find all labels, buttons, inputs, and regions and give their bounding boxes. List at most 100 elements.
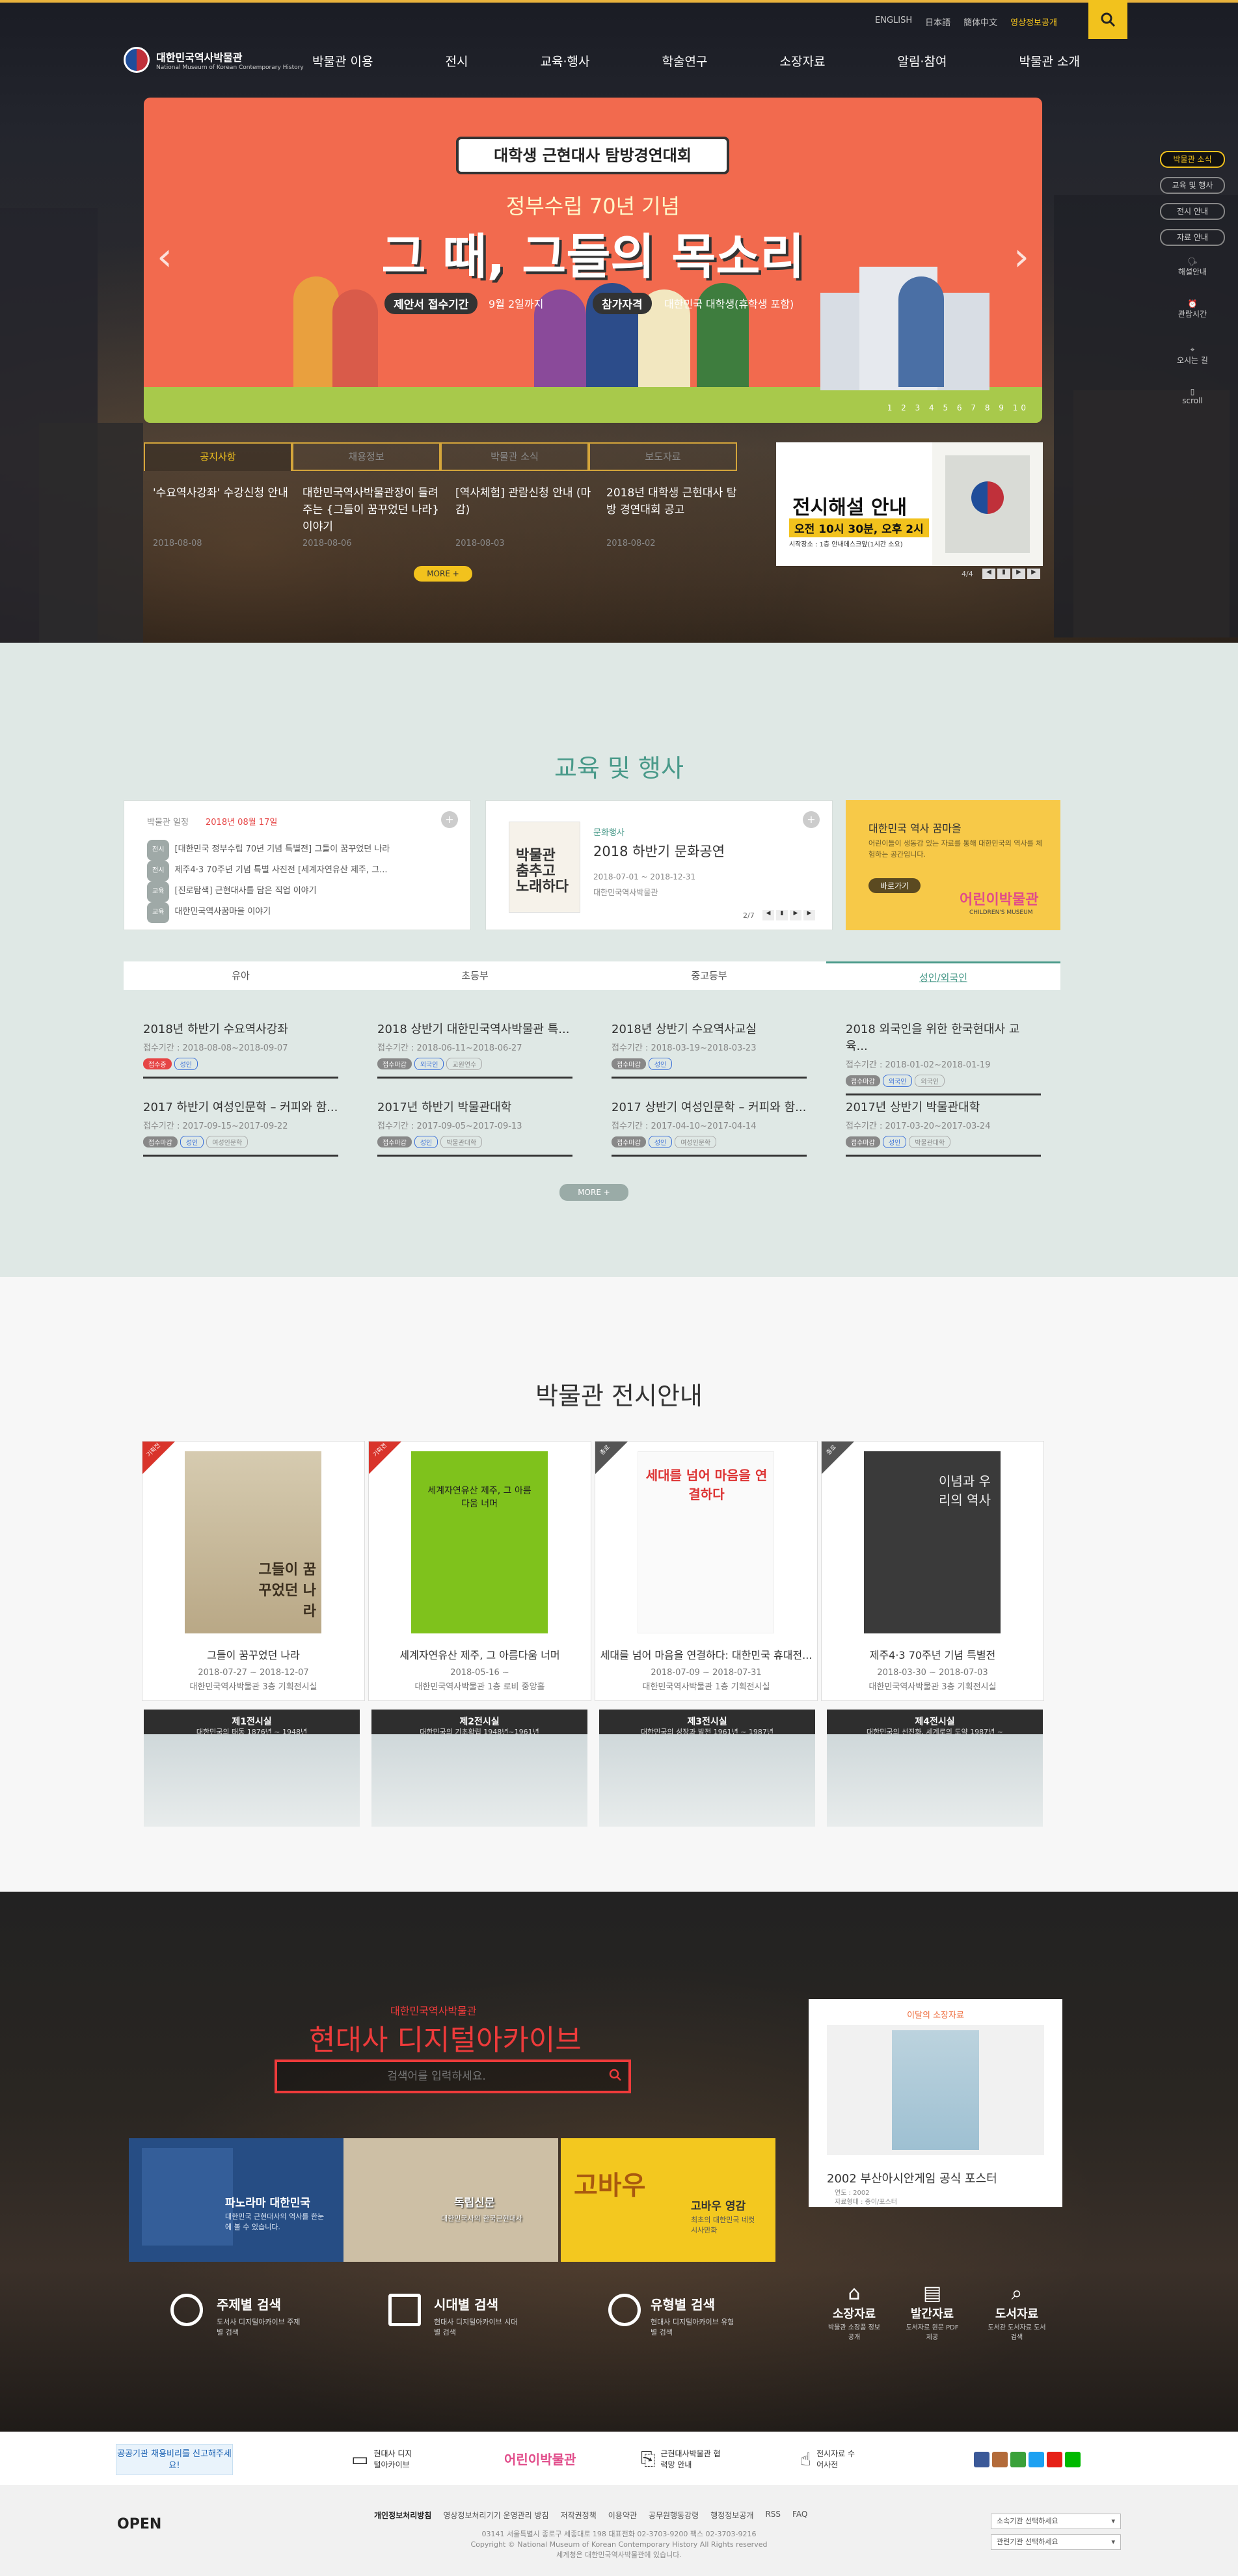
featured-item-card[interactable]: 이달의 소장자료 2002 부산아시안게임 공식 포스터 연도 : 2002 자… [809, 1999, 1062, 2207]
course-item[interactable]: 2018년 상반기 수요역사교실 접수기간 : 2018-03-19~2018-0… [612, 1020, 807, 1079]
pause-icon[interactable]: ▮ [776, 910, 788, 920]
tab-elementary[interactable]: 초등부 [358, 961, 592, 990]
notice-more-button[interactable]: MORE + [414, 566, 472, 582]
footer-nav-disclosure[interactable]: 행정정보공개 [710, 2510, 753, 2521]
side-menu-edu[interactable]: 교육 및 행사 [1160, 177, 1225, 194]
quick-publications[interactable]: ▤ 발간자료 도서자료 원문 PDF제공 [903, 2282, 962, 2341]
course-item[interactable]: 2018 외국인을 위한 한국현대사 교육... 접수기간 : 2018-01-0… [846, 1020, 1041, 1095]
nav-item-research[interactable]: 학술연구 [662, 52, 708, 70]
side-menu-scroll[interactable]: ▯ scroll [1160, 387, 1225, 405]
exhibition-card[interactable]: 세대를 넘어 마음을 연결하다 종료 세대를 넘어 마음을 연결하다: 대한민국… [595, 1441, 818, 1701]
hall-card[interactable]: 제3전시실 대한민국의 성장과 발전 1961년 ~ 1987년 [599, 1710, 815, 1827]
tab-press[interactable]: 보도자료 [589, 442, 737, 471]
nav-item-exhibition[interactable]: 전시 [446, 52, 468, 70]
instagram-icon[interactable] [992, 2452, 1008, 2467]
util-link-japanese[interactable]: 日本語 [925, 16, 950, 28]
blog-icon[interactable] [1010, 2452, 1026, 2467]
next-icon[interactable]: ▶ [790, 910, 801, 920]
side-menu-exhibit[interactable]: 전시 안내 [1160, 203, 1225, 220]
nav-item-visit[interactable]: 박물관 이용 [312, 52, 373, 70]
notice-item[interactable]: '수요역사강좌' 수강신청 안내 [153, 485, 289, 502]
tab-infant[interactable]: 유아 [124, 961, 358, 990]
course-item[interactable]: 2017년 하반기 박물관대학 접수기간 : 2017-09-05~2017-09… [377, 1098, 572, 1157]
report-banner[interactable]: 공공기관 채용비리를 신고해주세요! [116, 2444, 233, 2475]
quick-collection[interactable]: ⌂ 소장자료 박물관 소장품 정보 공개 [825, 2282, 883, 2341]
schedule-item[interactable]: 전시 제주4·3 70주년 기념 특별 사진전 [세계자연유산 제주, 그... [147, 861, 390, 881]
twitter-icon[interactable] [1029, 2452, 1044, 2467]
play-icon[interactable]: ▶ [1012, 569, 1025, 579]
archive-tile-panorama[interactable]: 파노라마 대한민국 대한민국 근현대사의 역사를 한눈에 볼 수 있습니다. [129, 2138, 343, 2262]
footer-link-archive[interactable]: ▭ 현대사 디지털아카이브 [351, 2448, 419, 2470]
archive-search-icon[interactable] [609, 2069, 622, 2084]
play-icon[interactable]: ▶ [803, 910, 815, 920]
tab-jobs[interactable]: 채용정보 [292, 442, 440, 471]
exhibition-card[interactable]: 이념과 우리의 역사 종료 제주4·3 70주년 기념 특별전 2018-03-… [821, 1441, 1044, 1701]
banner-pager[interactable]: 1 2 3 4 5 6 7 8 9 10 [887, 403, 1029, 412]
edu-more-button[interactable]: MORE + [559, 1184, 628, 1201]
footer-nav-code[interactable]: 공무원행동강령 [649, 2510, 699, 2521]
banner-prev-arrow-icon[interactable]: ‹ [157, 234, 172, 280]
culture-plus-icon[interactable]: + [803, 811, 820, 828]
course-item[interactable]: 2017년 상반기 박물관대학 접수기간 : 2017-03-20~2017-03… [846, 1098, 1041, 1157]
util-link-english[interactable]: ENGLISH [875, 16, 912, 28]
youtube-icon[interactable] [1047, 2452, 1062, 2467]
course-item[interactable]: 2017 하반기 여성인문학 – 커피와 함... 접수기간 : 2017-09-… [143, 1098, 338, 1157]
children-museum-box[interactable]: 대한민국 역사 꿈마을 어린이들이 생동감 있는 자료를 통해 대한민국의 역사… [846, 800, 1060, 930]
main-banner[interactable]: 대학생 근현대사 탐방경연대회 정부수립 70년 기념 그 때, 그들의 목소리… [144, 98, 1042, 423]
line-icon[interactable] [1065, 2452, 1081, 2467]
schedule-item[interactable]: 전시 [대한민국 정부수립 70년 기념 특별전] 그들이 꿈꾸었던 나라 [147, 840, 390, 861]
culture-event-box[interactable]: 박물관 춤추고 노래하다 문화행사 2018 하반기 문화공연 2018-07-… [485, 800, 833, 930]
footer-link-children[interactable]: 어린이박물관 [504, 2449, 576, 2468]
footer-link-sign[interactable]: ☝ 전시자료 수어사전 [800, 2448, 855, 2470]
pause-icon[interactable]: ▮ [997, 569, 1010, 579]
side-menu-material[interactable]: 자료 안내 [1160, 229, 1225, 246]
archive-tile-independent[interactable]: 독립신문 대한민국사의 한국근현대사 [343, 2138, 558, 2262]
tab-secondary[interactable]: 중고등부 [592, 961, 826, 990]
footer-nav-cctv[interactable]: 영상정보처리기기 운영관리 방침 [443, 2510, 548, 2521]
side-menu-directions[interactable]: ⌖ 오시는 길 [1160, 345, 1225, 366]
next-icon[interactable]: ▶ [1027, 569, 1040, 579]
exhibition-card[interactable]: 세계자연유산 제주, 그 아름다움 너머 기획전 세계자연유산 제주, 그 아름… [368, 1441, 591, 1701]
schedule-item[interactable]: 교육 [진로탐색] 근현대사를 담은 직업 이야기 [147, 881, 390, 902]
side-menu-guide[interactable]: 🗣 해설안내 [1160, 257, 1225, 277]
util-link-video-info[interactable]: 영상정보공개 [1010, 16, 1057, 28]
tab-news[interactable]: 박물관 소식 [440, 442, 589, 471]
footer-nav-privacy[interactable]: 개인정보처리방침 [374, 2510, 431, 2521]
side-menu-hours[interactable]: ⏰ 관람시간 [1160, 299, 1225, 319]
course-item[interactable]: 2018 상반기 대한민국역사박물관 특... 접수기간 : 2018-06-11… [377, 1020, 572, 1079]
prev-icon[interactable]: ◀ [762, 910, 774, 920]
side-menu-news[interactable]: 박물관 소식 [1160, 151, 1225, 168]
related-select[interactable]: 관련기관 선택하세요 ▾ [991, 2534, 1121, 2550]
archive-tile-gobau[interactable]: 고바우 고바우 영감 최초의 대한민국 네컷 시사만화 [561, 2138, 775, 2262]
tab-notice[interactable]: 공지사항 [144, 442, 292, 471]
banner-next-arrow-icon[interactable]: › [1014, 234, 1029, 280]
hall-card[interactable]: 제2전시실 대한민국의 기초확립 1948년~1961년 [371, 1710, 587, 1827]
notice-item[interactable]: [역사체험] 관람신청 안내 (마감) [455, 485, 592, 518]
nav-item-notice[interactable]: 알림·참여 [897, 52, 947, 70]
schedule-plus-icon[interactable]: + [441, 811, 458, 828]
quick-library[interactable]: ⌕ 도서자료 도서관 도서자료 도서 검색 [984, 2282, 1049, 2341]
exhibition-card[interactable]: 그들이 꿈꾸었던 나라 기획전 그들이 꿈꾸었던 나라 2018-07-27 ~… [142, 1441, 365, 1701]
nav-item-about[interactable]: 박물관 소개 [1019, 52, 1079, 70]
facebook-icon[interactable] [974, 2452, 989, 2467]
footer-nav-terms[interactable]: 이용약관 [608, 2510, 637, 2521]
nav-item-education[interactable]: 교육·행사 [541, 52, 590, 70]
footer-nav-faq[interactable]: FAQ [792, 2510, 807, 2521]
affiliate-select[interactable]: 소속기관 선택하세요 ▾ [991, 2514, 1121, 2529]
prev-icon[interactable]: ◀ [982, 569, 995, 579]
type-search[interactable]: 유형별 검색 현대사 디지털아카이브 유형별 검색 [651, 2294, 735, 2338]
nav-item-collection[interactable]: 소장자료 [780, 52, 826, 70]
header-search-button[interactable] [1088, 0, 1127, 39]
footer-nav-rss[interactable]: RSS [765, 2510, 781, 2521]
exhibit-guide-banner[interactable]: 전시해설 안내 오전 10시 30분, 오후 2시 시작장소 : 1층 안내데스… [776, 442, 1043, 566]
archive-search-input[interactable] [277, 2062, 596, 2091]
tab-adult[interactable]: 성인/외국인 [826, 961, 1060, 990]
hall-card[interactable]: 제4전시실 대한민국의 선진화, 세계로의 도약 1987년 ~ [827, 1710, 1043, 1827]
notice-item[interactable]: 대한민국역사박물관장이 들려주는 {그들이 꿈꾸었던 나라} 이야기 [303, 485, 439, 535]
footer-link-network[interactable]: ⎘ 근현대사박물관 협력망 안내 [641, 2448, 725, 2470]
course-item[interactable]: 2017 상반기 여성인문학 – 커피와 함... 접수기간 : 2017-04-… [612, 1098, 807, 1157]
hall-card[interactable]: 제1전시실 대한민국의 태동 1876년 ~ 1948년 [144, 1710, 360, 1827]
footer-nav-copyright[interactable]: 저작권정책 [561, 2510, 597, 2521]
notice-item[interactable]: 2018년 대학생 근현대사 탐방 경연대회 공고 [606, 485, 743, 518]
children-go-button[interactable]: 바로가기 [868, 878, 921, 893]
